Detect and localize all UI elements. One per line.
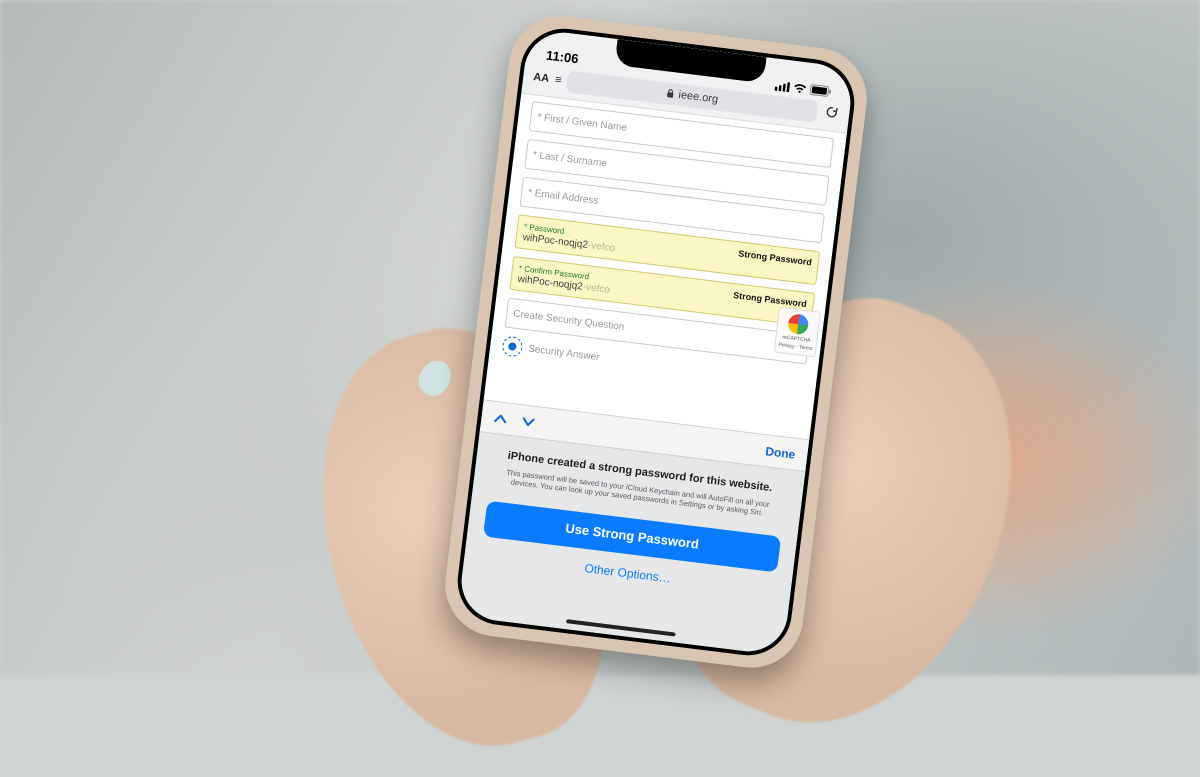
next-field-button[interactable] (520, 413, 536, 431)
done-button[interactable]: Done (765, 444, 796, 462)
security-question-placeholder: Create Security Question (513, 308, 625, 333)
wifi-icon (792, 82, 807, 94)
web-page: * First / Given Name * Last / Surname * … (484, 94, 847, 440)
first-name-placeholder: * First / Given Name (537, 111, 628, 133)
status-time: 11:06 (545, 48, 579, 67)
passwords-icon[interactable] (501, 335, 523, 357)
strong-password-sheet: iPhone created a strong password for thi… (457, 431, 805, 656)
prev-field-button[interactable] (493, 409, 509, 427)
phone: 11:06 AA ≡ (453, 24, 860, 660)
email-placeholder: * Email Address (528, 187, 599, 207)
last-name-placeholder: * Last / Surname (532, 149, 607, 169)
url-domain: ieee.org (678, 88, 719, 105)
phone-screen: 11:06 AA ≡ (457, 28, 855, 656)
refresh-icon[interactable] (822, 104, 840, 122)
cellular-signal-icon (775, 80, 791, 92)
security-answer-placeholder: Security Answer (528, 343, 601, 363)
text-size-button[interactable]: AA (533, 71, 550, 85)
lock-icon (666, 88, 675, 98)
recaptcha-icon (787, 313, 809, 335)
recaptcha-widget[interactable]: reCAPTCHA Privacy - Terms (774, 307, 821, 358)
battery-icon (809, 84, 832, 98)
reader-icon[interactable]: ≡ (554, 73, 562, 86)
